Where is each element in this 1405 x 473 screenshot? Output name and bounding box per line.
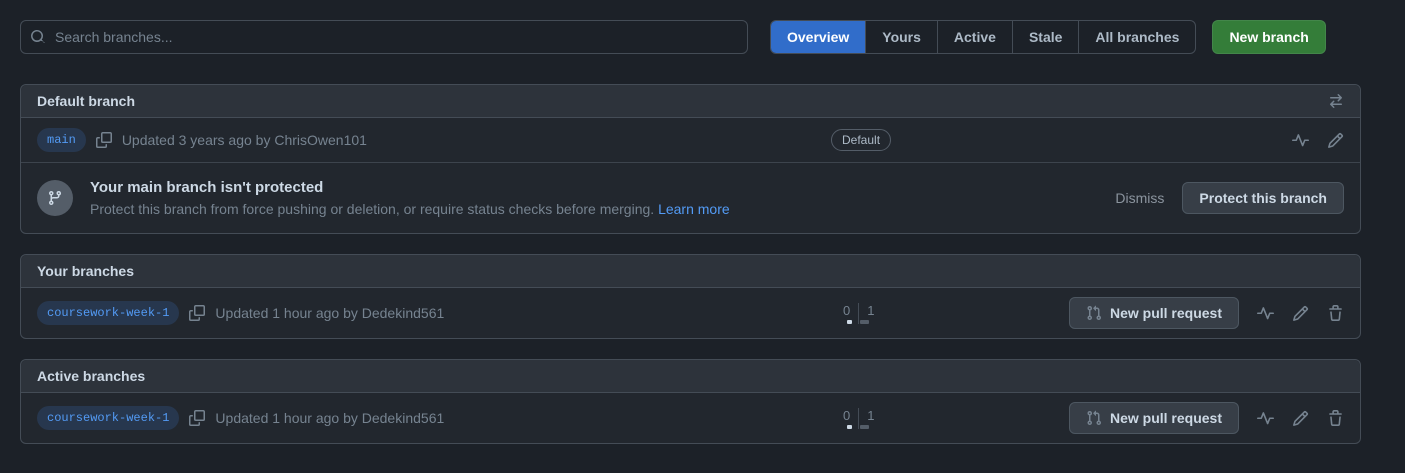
branch-activity-button[interactable] bbox=[1257, 305, 1274, 322]
copy-icon bbox=[189, 410, 205, 426]
your-branches-panel: Your branches coursework-week-1 Updated … bbox=[20, 254, 1361, 339]
copy-branch-name-button[interactable] bbox=[189, 305, 205, 321]
branch-actions: New pull request bbox=[1062, 402, 1344, 434]
behind-count-value: 0 bbox=[843, 408, 850, 423]
copy-icon bbox=[189, 305, 205, 321]
default-branch-header: Default branch bbox=[21, 85, 1360, 118]
trash-icon bbox=[1327, 410, 1344, 427]
branch-meta: 0 1 bbox=[831, 303, 1062, 324]
branch-info: main Updated 3 years ago by ChrisOwen101 bbox=[37, 128, 831, 152]
trash-icon bbox=[1327, 305, 1344, 322]
new-branch-button[interactable]: New branch bbox=[1212, 20, 1325, 54]
pulse-icon bbox=[1257, 305, 1274, 322]
search-input[interactable] bbox=[20, 20, 748, 54]
ahead-meter bbox=[860, 320, 869, 324]
behind-count: 0 bbox=[843, 303, 859, 324]
ahead-behind-counter: 0 1 bbox=[843, 303, 874, 324]
protect-branch-label: Protect this branch bbox=[1199, 190, 1327, 206]
tab-active[interactable]: Active bbox=[937, 21, 1012, 53]
tab-stale[interactable]: Stale bbox=[1012, 21, 1078, 53]
branch-link[interactable]: coursework-week-1 bbox=[37, 301, 179, 325]
notice-description: Protect this branch from force pushing o… bbox=[90, 201, 1115, 217]
updated-text: Updated 3 years ago by ChrisOwen101 bbox=[122, 132, 367, 148]
git-branch-icon bbox=[37, 180, 73, 216]
git-pull-request-icon bbox=[1086, 305, 1102, 321]
pencil-icon bbox=[1292, 305, 1309, 322]
copy-branch-name-button[interactable] bbox=[96, 132, 112, 148]
branch-actions: New pull request bbox=[1062, 297, 1344, 329]
toolbar: Overview Yours Active Stale All branches… bbox=[20, 20, 1361, 54]
new-pull-request-label: New pull request bbox=[1110, 305, 1222, 321]
default-branch-row: main Updated 3 years ago by ChrisOwen101… bbox=[21, 118, 1360, 162]
section-title: Your branches bbox=[37, 263, 134, 279]
notice-body: Your main branch isn't protected Protect… bbox=[90, 179, 1115, 217]
ahead-count: 1 bbox=[859, 408, 874, 429]
tab-all-branches[interactable]: All branches bbox=[1078, 21, 1195, 53]
rename-branch-button[interactable] bbox=[1292, 305, 1309, 322]
tab-overview[interactable]: Overview bbox=[771, 21, 865, 53]
branch-meta: 0 1 bbox=[831, 408, 1062, 429]
copy-branch-name-button[interactable] bbox=[189, 410, 205, 426]
default-branch-panel: Default branch main Updated 3 years ago … bbox=[20, 84, 1361, 234]
new-pull-request-button[interactable]: New pull request bbox=[1069, 297, 1239, 329]
dismiss-button[interactable]: Dismiss bbox=[1115, 190, 1164, 206]
behind-count-value: 0 bbox=[843, 303, 850, 318]
branch-actions bbox=[1062, 132, 1344, 149]
ahead-count: 1 bbox=[859, 303, 874, 324]
pencil-icon bbox=[1292, 410, 1309, 427]
delete-branch-button[interactable] bbox=[1327, 410, 1344, 427]
branch-link[interactable]: coursework-week-1 bbox=[37, 406, 179, 430]
behind-meter bbox=[847, 320, 852, 324]
delete-branch-button[interactable] bbox=[1327, 305, 1344, 322]
new-pull-request-label: New pull request bbox=[1110, 410, 1222, 426]
active-branch-row: coursework-week-1 Updated 1 hour ago by … bbox=[21, 393, 1360, 443]
notice-title: Your main branch isn't protected bbox=[90, 179, 1115, 196]
active-branches-panel: Active branches coursework-week-1 Update… bbox=[20, 359, 1361, 444]
branch-info: coursework-week-1 Updated 1 hour ago by … bbox=[37, 301, 831, 325]
branches-page: Overview Yours Active Stale All branches… bbox=[0, 0, 1405, 444]
search-icon bbox=[30, 29, 46, 45]
updated-text: Updated 1 hour ago by Dedekind561 bbox=[215, 305, 444, 321]
copy-icon bbox=[96, 132, 112, 148]
updated-text: Updated 1 hour ago by Dedekind561 bbox=[215, 410, 444, 426]
ahead-count-value: 1 bbox=[867, 408, 874, 423]
branch-info: coursework-week-1 Updated 1 hour ago by … bbox=[37, 406, 831, 430]
ahead-behind-counter: 0 1 bbox=[843, 408, 874, 429]
default-badge: Default bbox=[831, 129, 891, 151]
behind-count: 0 bbox=[843, 408, 859, 429]
branch-filter-tabs: Overview Yours Active Stale All branches bbox=[770, 20, 1196, 54]
git-pull-request-icon bbox=[1086, 410, 1102, 426]
protect-branch-button[interactable]: Protect this branch bbox=[1182, 182, 1344, 214]
behind-meter bbox=[847, 425, 852, 429]
rename-branch-button[interactable] bbox=[1327, 132, 1344, 149]
new-pull-request-button[interactable]: New pull request bbox=[1069, 402, 1239, 434]
rename-branch-button[interactable] bbox=[1292, 410, 1309, 427]
branch-activity-button[interactable] bbox=[1292, 132, 1309, 149]
pulse-icon bbox=[1257, 410, 1274, 427]
pencil-icon bbox=[1327, 132, 1344, 149]
learn-more-link[interactable]: Learn more bbox=[658, 201, 730, 217]
your-branch-row: coursework-week-1 Updated 1 hour ago by … bbox=[21, 288, 1360, 338]
your-branches-header: Your branches bbox=[21, 255, 1360, 288]
ahead-count-value: 1 bbox=[867, 303, 874, 318]
search-box bbox=[20, 20, 748, 54]
ahead-meter bbox=[860, 425, 869, 429]
branch-meta: Default bbox=[831, 129, 1062, 151]
tab-yours[interactable]: Yours bbox=[865, 21, 937, 53]
section-title: Default branch bbox=[37, 93, 135, 109]
pulse-icon bbox=[1292, 132, 1309, 149]
notice-description-text: Protect this branch from force pushing o… bbox=[90, 201, 654, 217]
branch-activity-button[interactable] bbox=[1257, 410, 1274, 427]
arrow-switch-icon bbox=[1328, 93, 1344, 109]
active-branches-header: Active branches bbox=[21, 360, 1360, 393]
branch-protection-notice: Your main branch isn't protected Protect… bbox=[21, 162, 1360, 233]
branch-link[interactable]: main bbox=[37, 128, 86, 152]
change-default-branch-button[interactable] bbox=[1328, 93, 1344, 109]
section-title: Active branches bbox=[37, 368, 145, 384]
